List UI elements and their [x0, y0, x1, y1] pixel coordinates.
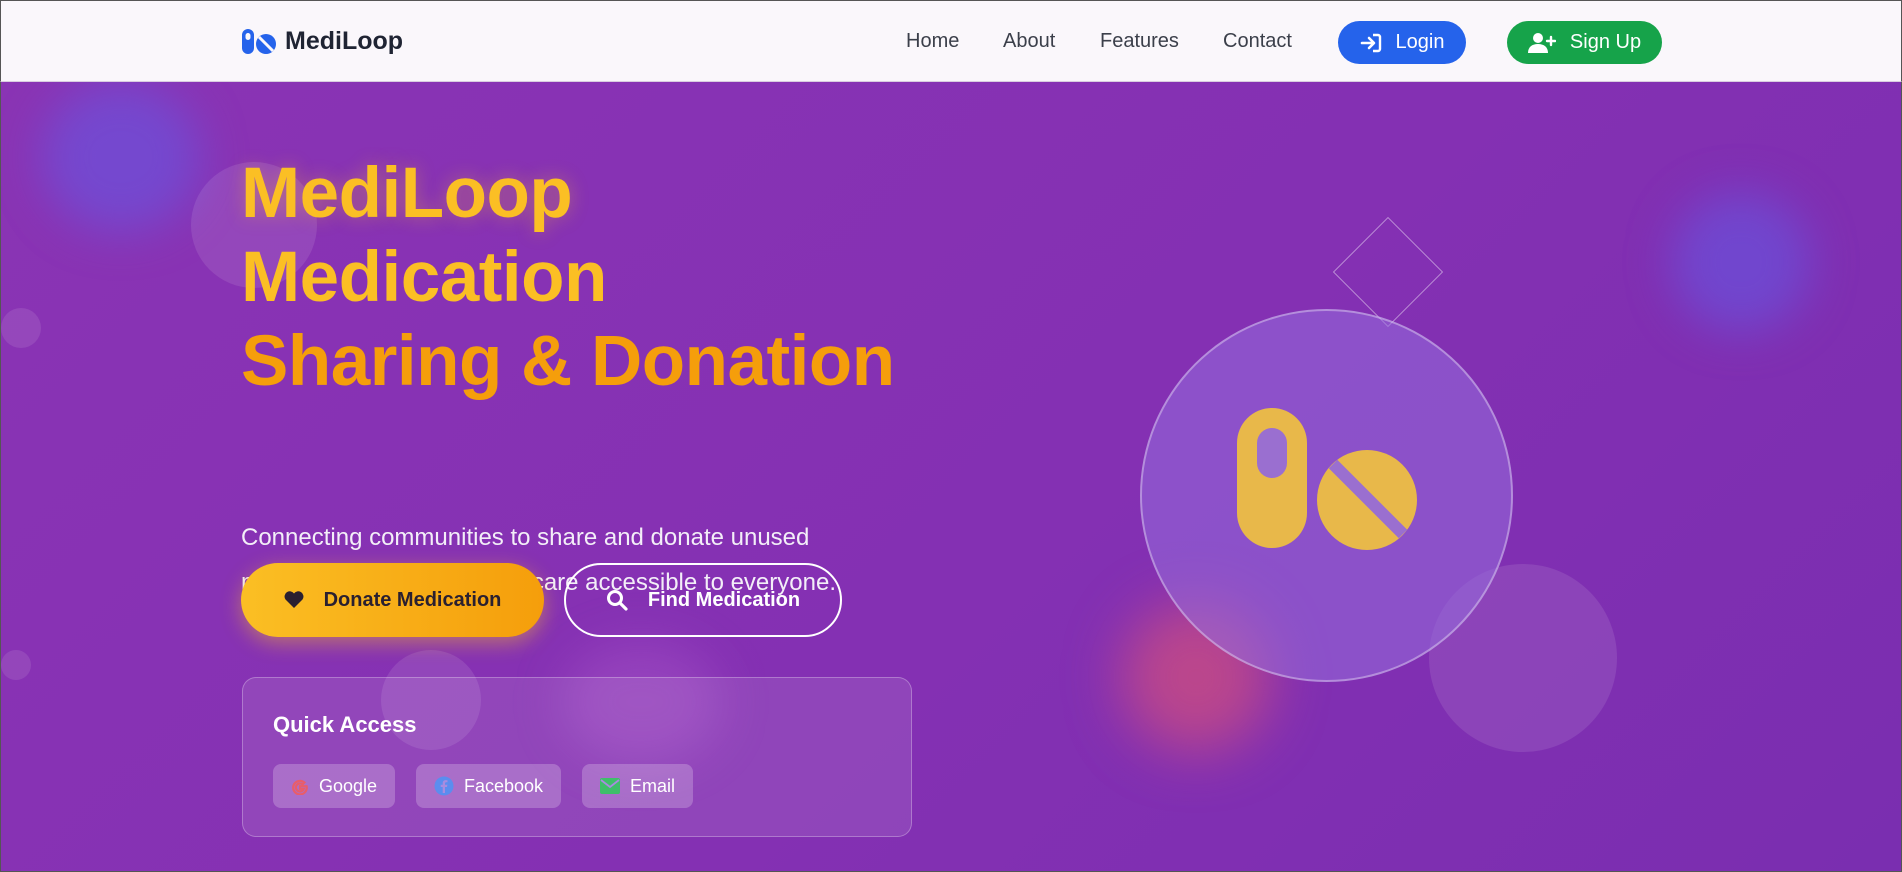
quick-access-facebook-label: Facebook	[464, 775, 544, 796]
brand-name: MediLoop	[285, 27, 404, 55]
hero-illustration-circle	[1140, 309, 1513, 682]
quick-access-facebook[interactable]: Facebook	[416, 764, 562, 808]
pills-icon	[1237, 408, 1417, 550]
nav-link-contact[interactable]: Contact	[1223, 30, 1292, 53]
hero-title-line-1: MediLoop	[241, 154, 573, 233]
signup-label: Sign Up	[1569, 31, 1642, 53]
facebook-icon	[434, 776, 454, 796]
donate-label: Donate Medication	[323, 588, 502, 611]
hero-title-line-3: Sharing & Donation	[241, 322, 895, 401]
signup-button[interactable]: Sign Up	[1507, 21, 1662, 64]
login-button[interactable]: Login	[1338, 21, 1466, 64]
quick-access-panel: Quick Access Google Facebook Email	[242, 677, 912, 837]
brand-logo[interactable]: MediLoop	[241, 27, 403, 56]
user-plus-icon	[1527, 32, 1556, 53]
decor-blob	[41, 82, 201, 232]
nav-link-about[interactable]: About	[1003, 30, 1055, 53]
navbar: MediLoop Home About Features Contact Log…	[0, 0, 1902, 82]
search-icon	[606, 590, 628, 611]
quick-access-email-label: Email	[630, 775, 676, 796]
quick-access-google[interactable]: Google	[273, 764, 396, 808]
find-medication-button[interactable]: Find Medication	[564, 563, 842, 637]
hero-title-line-2: Medication	[241, 238, 607, 317]
login-label: Login	[1395, 31, 1445, 53]
envelope-icon	[600, 778, 620, 794]
google-icon	[292, 779, 308, 795]
nav-link-features[interactable]: Features	[1100, 30, 1179, 53]
pills-icon	[242, 28, 276, 54]
hero-section: MediLoop Medication Sharing & Donation C…	[0, 82, 1902, 872]
quick-access-email[interactable]: Email	[582, 764, 694, 808]
heart-icon	[284, 591, 304, 608]
sign-in-icon	[1360, 33, 1381, 52]
find-label: Find Medication	[647, 588, 801, 611]
decor-circle	[1, 308, 41, 348]
donate-medication-button[interactable]: Donate Medication	[241, 563, 544, 637]
hero-title: MediLoop Medication Sharing & Donation	[241, 152, 895, 404]
nav-link-home[interactable]: Home	[906, 30, 959, 53]
decor-blob	[1671, 192, 1811, 332]
quick-access-title: Quick Access	[273, 712, 417, 737]
decor-circle	[1, 650, 31, 680]
quick-access-google-label: Google	[319, 775, 378, 796]
